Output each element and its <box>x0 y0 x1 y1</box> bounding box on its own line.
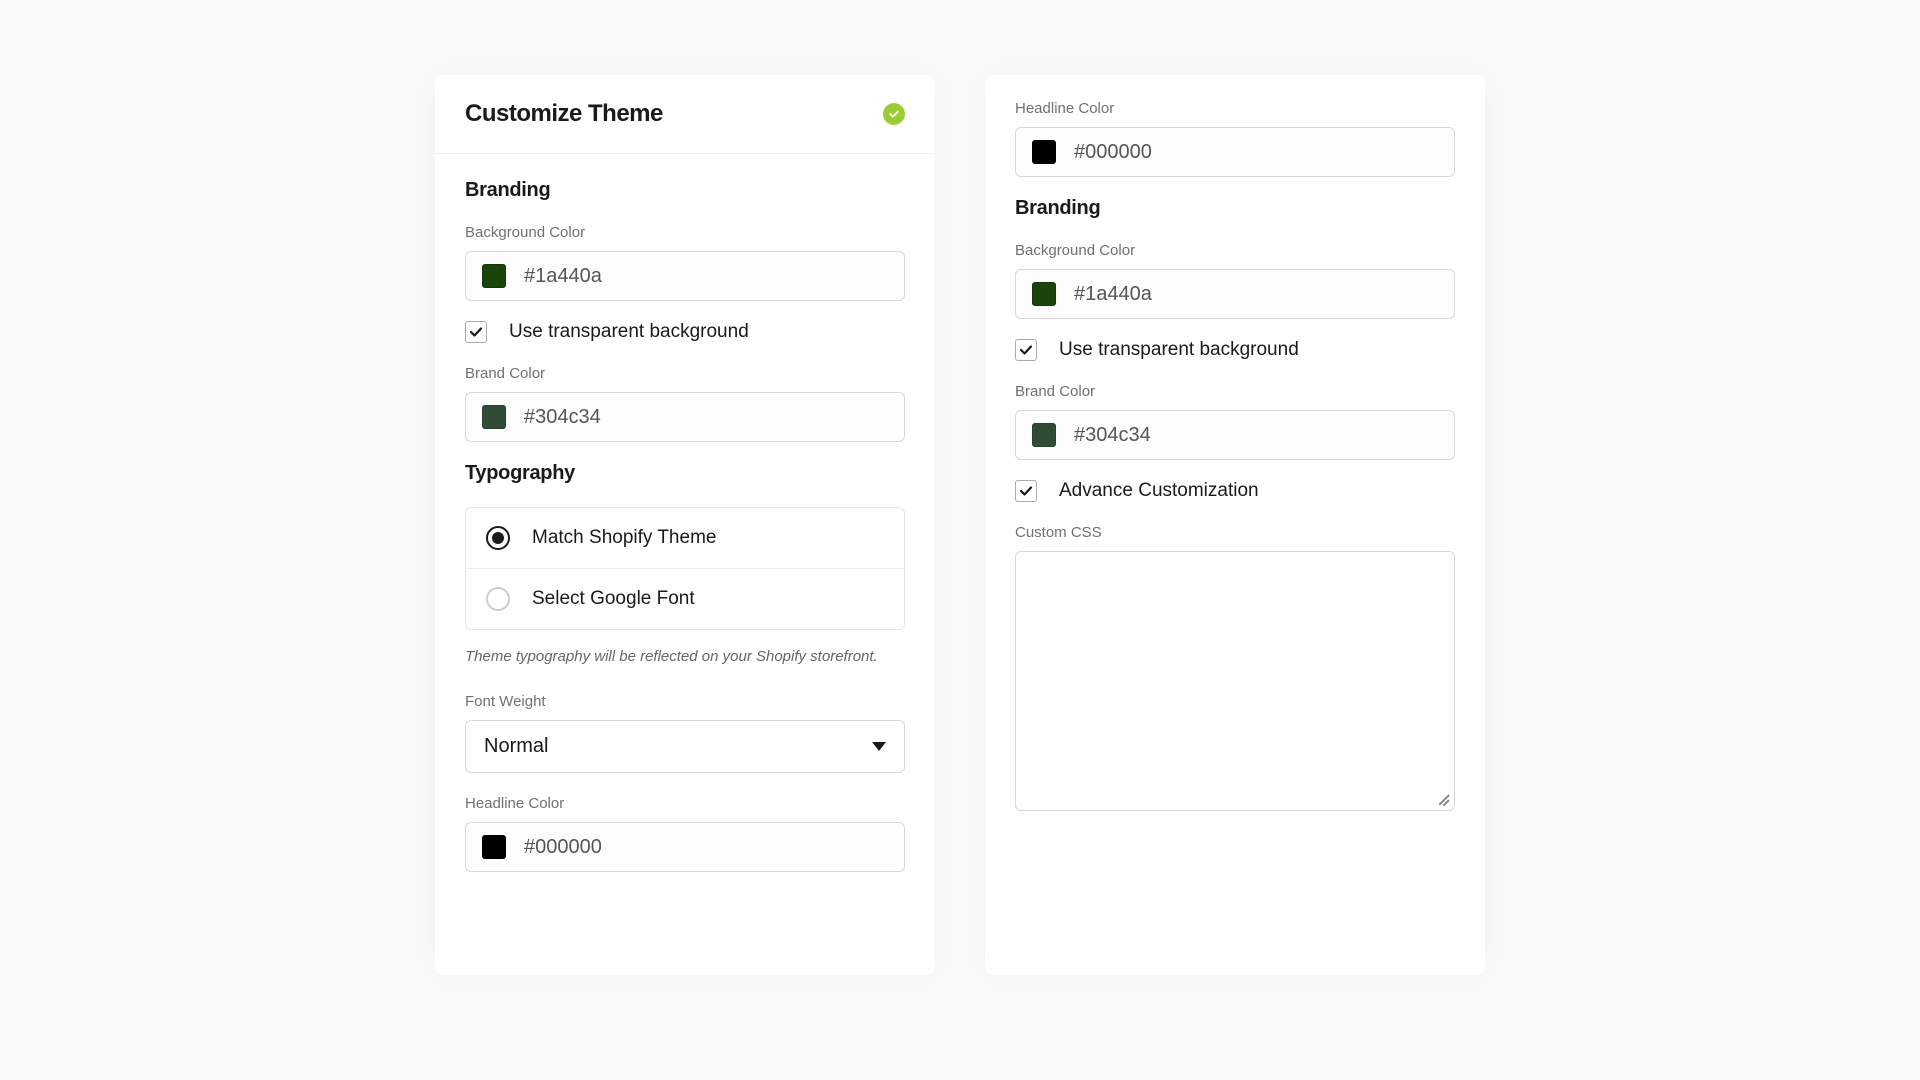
headline-color-input[interactable]: #000000 <box>1015 127 1455 177</box>
left-panel: Customize Theme Branding Background Colo… <box>435 75 935 975</box>
radio-selected-icon[interactable] <box>486 526 510 550</box>
headline-color-value: #000000 <box>524 836 602 859</box>
resize-handle-icon[interactable] <box>1432 788 1450 806</box>
typography-heading: Typography <box>465 462 905 485</box>
headline-color-swatch[interactable] <box>1032 140 1056 164</box>
typography-hint: Theme typography will be reflected on yo… <box>465 648 905 665</box>
custom-css-label: Custom CSS <box>1015 524 1455 541</box>
brand-color-value: #304c34 <box>524 406 601 429</box>
transparent-checkbox-row[interactable]: Use transparent background <box>465 321 905 343</box>
panel-header: Customize Theme <box>435 75 935 154</box>
headline-color-input[interactable]: #000000 <box>465 822 905 872</box>
bg-color-input[interactable]: #1a440a <box>465 251 905 301</box>
brand-color-input[interactable]: #304c34 <box>465 392 905 442</box>
headline-color-label: Headline Color <box>1015 100 1455 117</box>
transparent-checkbox-row[interactable]: Use transparent background <box>1015 339 1455 361</box>
headline-color-value: #000000 <box>1074 141 1152 164</box>
bg-color-label: Background Color <box>465 224 905 241</box>
panel-body: Headline Color #000000 Branding Backgrou… <box>985 75 1485 836</box>
check-icon <box>883 103 905 125</box>
bg-color-value: #1a440a <box>1074 283 1152 306</box>
radio-google-font[interactable]: Select Google Font <box>466 569 904 629</box>
advance-customization-label: Advance Customization <box>1059 480 1259 502</box>
branding-heading: Branding <box>1015 197 1455 220</box>
panel-body: Branding Background Color #1a440a Use tr… <box>435 154 935 975</box>
branding-heading: Branding <box>465 179 905 202</box>
font-weight-label: Font Weight <box>465 693 905 710</box>
chevron-down-icon <box>872 742 886 751</box>
brand-color-swatch[interactable] <box>482 405 506 429</box>
transparent-label: Use transparent background <box>509 321 749 343</box>
brand-color-label: Brand Color <box>1015 383 1455 400</box>
bg-color-label: Background Color <box>1015 242 1455 259</box>
bg-color-swatch[interactable] <box>1032 282 1056 306</box>
bg-color-value: #1a440a <box>524 265 602 288</box>
transparent-label: Use transparent background <box>1059 339 1299 361</box>
font-weight-value: Normal <box>484 735 548 758</box>
headline-color-swatch[interactable] <box>482 835 506 859</box>
radio-unselected-icon[interactable] <box>486 587 510 611</box>
bg-color-swatch[interactable] <box>482 264 506 288</box>
brand-color-input[interactable]: #304c34 <box>1015 410 1455 460</box>
brand-color-swatch[interactable] <box>1032 423 1056 447</box>
custom-css-textarea[interactable] <box>1015 551 1455 811</box>
advance-customization-row[interactable]: Advance Customization <box>1015 480 1455 502</box>
font-weight-select[interactable]: Normal <box>465 720 905 773</box>
font-source-radio-group: Match Shopify Theme Select Google Font <box>465 507 905 630</box>
checkbox-checked-icon[interactable] <box>465 321 487 343</box>
bg-color-input[interactable]: #1a440a <box>1015 269 1455 319</box>
checkbox-checked-icon[interactable] <box>1015 480 1037 502</box>
brand-color-value: #304c34 <box>1074 424 1151 447</box>
headline-color-label: Headline Color <box>465 795 905 812</box>
radio-label-match: Match Shopify Theme <box>532 527 716 549</box>
checkbox-checked-icon[interactable] <box>1015 339 1037 361</box>
right-panel: Headline Color #000000 Branding Backgrou… <box>985 75 1485 975</box>
panel-title: Customize Theme <box>465 100 663 128</box>
brand-color-label: Brand Color <box>465 365 905 382</box>
app-container: Customize Theme Branding Background Colo… <box>435 75 1485 1080</box>
radio-label-google: Select Google Font <box>532 588 695 610</box>
radio-match-shopify[interactable]: Match Shopify Theme <box>466 508 904 569</box>
